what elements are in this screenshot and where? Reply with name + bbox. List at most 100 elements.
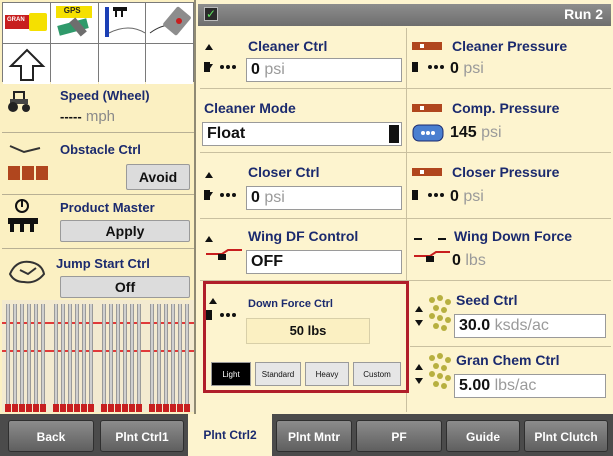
row-unit-indicator [122, 404, 128, 412]
seed-ctrl-value: 30.0 [459, 317, 491, 334]
gran-chem-ctrl-input[interactable]: 5.00 lbs/ac [454, 374, 606, 398]
row-unit-indicator [136, 404, 142, 412]
speed-value-row: ----- mph [60, 108, 115, 125]
closer-pressure-row: 0 psi [450, 188, 484, 206]
row-unit-bar [123, 304, 127, 404]
row-unit-bar [68, 304, 72, 404]
check-icon: ✓ [204, 7, 218, 21]
row-unit-indicator [101, 404, 107, 412]
closer-ctrl-input[interactable]: 0 psi [246, 186, 402, 210]
row-divider [200, 218, 611, 219]
tractor-icon [8, 91, 30, 112]
row-unit-indicator [19, 404, 25, 412]
gran-chem-ctrl-unit: lbs/ac [494, 377, 537, 394]
row-unit-indicator [60, 404, 66, 412]
gps-icon-cell[interactable]: GPS [50, 3, 98, 43]
empty-cell-2 [98, 44, 146, 84]
wing-df-control-input[interactable]: OFF [246, 250, 402, 274]
row-unit-indicator [26, 404, 32, 412]
up-down-arrows-icon [415, 364, 423, 384]
row-status-bars [2, 300, 194, 412]
row-divider [200, 152, 611, 153]
closer-pressure-unit: psi [463, 188, 484, 205]
closer-pressure-icon [412, 168, 442, 176]
obstacle-title: Obstacle Ctrl [60, 142, 141, 157]
row-unit-indicator [177, 404, 183, 412]
down-force-option-standard[interactable]: Standard [255, 362, 301, 386]
obstacle-avoid-button[interactable]: Avoid [126, 164, 190, 190]
speed-value: ----- [60, 109, 82, 124]
tab-plnt-ctrl2[interactable]: Plnt Ctrl2 [188, 414, 272, 456]
row-unit-bar [6, 304, 10, 404]
down-force-option-heavy[interactable]: Heavy [305, 362, 349, 386]
tab-pf[interactable]: PF [356, 420, 442, 452]
row-unit-indicator [81, 404, 87, 412]
gran-chem-ctrl-title: Gran Chem Ctrl [456, 352, 560, 368]
cleaner-ctrl-title: Cleaner Ctrl [248, 38, 328, 54]
row-unit-bar [150, 304, 154, 404]
row-unit-indicator [5, 404, 11, 412]
comp-pressure-value: 145 [450, 124, 477, 141]
wing-df-control-title: Wing DF Control [248, 228, 359, 244]
cleaner-pressure-unit: psi [463, 60, 484, 77]
row-unit-bar [89, 304, 93, 404]
row-unit-bar [185, 304, 189, 404]
product-master-title: Product Master [60, 200, 155, 215]
tab-plnt-clutch[interactable]: Plnt Clutch [524, 420, 608, 452]
sensor-icon [412, 62, 444, 72]
jump-start-title: Jump Start Ctrl [56, 256, 150, 271]
planter-control-screen: GRAN GPS Speed (Wheel) ----- mph Obstacl… [0, 0, 613, 456]
jump-start-off-button[interactable]: Off [60, 276, 190, 298]
empty-cell-3 [146, 44, 193, 84]
tab-back[interactable]: Back [8, 420, 94, 452]
seed-icon [429, 295, 451, 331]
cleaner-mode-dropdown[interactable]: Float [202, 122, 402, 146]
row-unit-bar [20, 304, 24, 404]
closer-pressure-title: Closer Pressure [452, 164, 560, 180]
hitch-icon-cell[interactable] [98, 3, 146, 43]
closer-ctrl-title: Closer Ctrl [248, 164, 320, 180]
row-unit-indicator [156, 404, 162, 412]
row-unit-bar [130, 304, 134, 404]
tab-plnt-ctrl1[interactable]: Plnt Ctrl1 [100, 420, 184, 452]
row-unit-indicator [129, 404, 135, 412]
down-force-option-light[interactable]: Light [211, 362, 251, 386]
tab-guide[interactable]: Guide [446, 420, 520, 452]
row-unit-indicator [74, 404, 80, 412]
gran-chem-ctrl-value: 5.00 [459, 377, 491, 394]
comp-pressure-row: 145 psi [450, 124, 502, 142]
separator [2, 194, 194, 195]
seed-ctrl-input[interactable]: 30.0 ksds/ac [454, 314, 606, 338]
product-master-apply-button[interactable]: Apply [60, 220, 190, 242]
cleaner-mode-value: Float [207, 125, 246, 142]
row-unit-bar [171, 304, 175, 404]
hitch-icon [104, 7, 145, 37]
bottom-tab-bar: Back Plnt Ctrl1 Plnt Ctrl2 Plnt Mntr PF … [0, 414, 613, 456]
seed-disc-icon-cell[interactable] [146, 3, 193, 43]
row-unit-bar [41, 304, 45, 404]
row-unit-bar [164, 304, 168, 404]
up-arrow-cell[interactable] [3, 44, 50, 84]
seed-ctrl-unit: ksds/ac [494, 317, 549, 334]
separator [2, 248, 194, 249]
gran-icon-cell[interactable]: GRAN [3, 3, 50, 43]
row-unit-bar [137, 304, 141, 404]
row-divider [200, 88, 611, 89]
down-force-option-custom[interactable]: Custom [353, 362, 401, 386]
closer-icon [204, 190, 236, 200]
row-unit-bar [157, 304, 161, 404]
comp-pressure-icon [412, 104, 442, 112]
speed-unit: mph [85, 108, 116, 125]
tab-plnt-mntr[interactable]: Plnt Mntr [276, 420, 352, 452]
row-unit-bar [61, 304, 65, 404]
cleaner-mode-title: Cleaner Mode [204, 100, 296, 116]
cleaner-ctrl-input[interactable]: 0 psi [246, 58, 402, 82]
row-unit-indicator [115, 404, 121, 412]
up-arrow-icon [8, 48, 46, 81]
comp-pressure-title: Comp. Pressure [452, 100, 560, 116]
wing-down-force-icon [414, 238, 450, 262]
row-unit-bar [13, 304, 17, 404]
row-unit-indicator [170, 404, 176, 412]
row-unit-indicator [88, 404, 94, 412]
row-unit-bar [109, 304, 113, 404]
